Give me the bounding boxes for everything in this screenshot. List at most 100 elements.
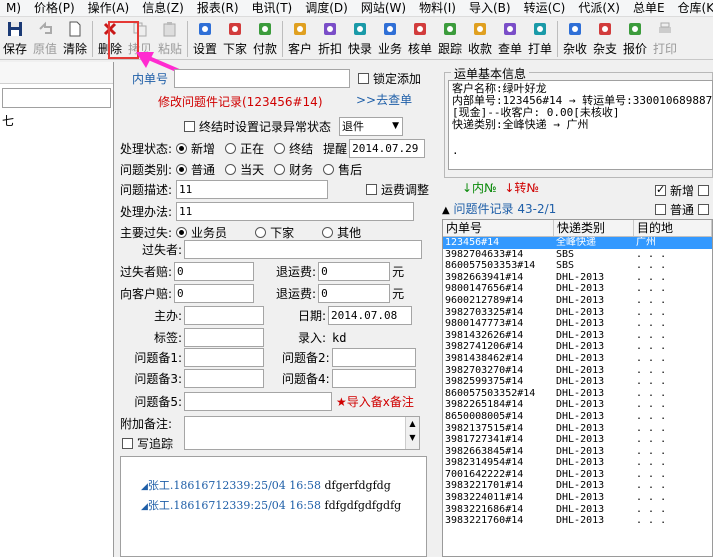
toolbar-button[interactable]: 业务 (375, 18, 405, 59)
toolbar-button[interactable]: 收款 (465, 18, 495, 59)
list-title[interactable]: 问题件记录 43-2/1 (454, 202, 557, 216)
col-express-type[interactable]: 快递类别 (554, 220, 634, 236)
log-author[interactable]: 张工.18616712339:25/04 16:58 (148, 499, 321, 512)
type-radio-sameday[interactable] (225, 164, 237, 175)
type-radio-finance[interactable] (274, 164, 286, 175)
table-row[interactable]: 3982703270#14 DHL-2013 . . . (443, 365, 712, 377)
extra-checkbox-2[interactable] (698, 204, 709, 215)
toolbar-button[interactable]: 快录 (345, 18, 375, 59)
status-radio-inprogress[interactable] (225, 143, 237, 154)
col-destination[interactable]: 目的地 (634, 220, 712, 236)
toolbar-button[interactable]: 杂收 (560, 18, 590, 59)
fault-radio-other[interactable] (322, 227, 334, 238)
toolbar-button[interactable]: 清除 (60, 18, 90, 59)
menu-item[interactable]: 报表(R) (191, 0, 246, 16)
abnormal-checkbox[interactable] (184, 121, 195, 132)
remind-date-input[interactable]: 2014.07.29 (349, 139, 426, 158)
date-input[interactable]: 2014.07.08 (328, 306, 413, 325)
refund-input-2[interactable]: 0 (318, 284, 391, 303)
log-author[interactable]: 张工.18616712339:25/04 16:58 (148, 479, 321, 492)
type-radio-aftersale[interactable] (323, 164, 335, 175)
inner-no-input[interactable] (174, 69, 351, 88)
table-row[interactable]: 860057503353#14 SBS . . . (443, 260, 712, 272)
table-row[interactable]: 3982265184#14 DHL-2013 . . . (443, 399, 712, 411)
menu-item[interactable]: 价格(P) (28, 0, 82, 16)
toolbar-button[interactable]: 折扣 (315, 18, 345, 59)
status-radio-new[interactable] (176, 143, 188, 154)
toolbar-button[interactable]: 查单 (495, 18, 525, 59)
note5-input[interactable] (184, 392, 332, 411)
note1-input[interactable] (184, 348, 264, 367)
goto-order-link[interactable]: >>去查单 (356, 91, 412, 108)
textarea-scrollbar[interactable]: ▲ ▼ (405, 417, 419, 449)
table-row[interactable]: 9800147656#14 DHL-2013 . . . (443, 283, 712, 295)
menu-item[interactable]: M) (0, 0, 28, 16)
menu-item[interactable]: 转运(C) (518, 0, 573, 16)
tag-input[interactable] (184, 328, 264, 347)
menu-item[interactable]: 总单E (627, 0, 672, 16)
table-row[interactable]: 3983221701#14 DHL-2013 . . . (443, 480, 712, 492)
toolbar-button[interactable]: 付款 (250, 18, 280, 59)
table-row[interactable]: 9800147773#14 DHL-2013 . . . (443, 318, 712, 330)
desc-input[interactable]: 11 (176, 180, 329, 199)
import-note-link[interactable]: ★导入备x备注 (336, 393, 414, 410)
table-row[interactable]: 7001642222#14 DHL-2013 . . . (443, 469, 712, 481)
normal-checkbox[interactable] (655, 204, 666, 215)
table-row[interactable]: 3982314954#14 DHL-2013 . . . (443, 457, 712, 469)
fault-radio-salesman[interactable] (176, 227, 188, 238)
table-row[interactable]: 3983221686#14 DHL-2013 . . . (443, 504, 712, 516)
table-row[interactable]: 3982663941#14 DHL-2013 . . . (443, 272, 712, 284)
fault-person-input[interactable] (184, 240, 422, 259)
fault-radio-downstream[interactable] (255, 227, 267, 238)
cust-comp-input[interactable]: 0 (174, 284, 255, 303)
fault-comp-input[interactable]: 0 (174, 262, 255, 281)
left-tree-item[interactable]: 七 (0, 112, 113, 129)
refund-input-1[interactable]: 0 (318, 262, 391, 281)
table-row[interactable]: 3982703325#14 DHL-2013 . . . (443, 307, 712, 319)
table-row[interactable]: 3983224011#14 DHL-2013 . . . (443, 492, 712, 504)
table-row[interactable]: 3981432626#14 DHL-2013 . . . (443, 330, 712, 342)
extra-note-textarea[interactable]: ▲ ▼ (184, 416, 420, 450)
col-inner-no[interactable]: 内单号 (443, 220, 554, 236)
table-row[interactable]: 123456#14 全峰快递 广州 (443, 237, 712, 249)
menu-item[interactable]: 操作(A) (82, 0, 137, 16)
menu-item[interactable]: 信息(Z) (136, 0, 191, 16)
toolbar-button[interactable]: 客户 (285, 18, 315, 59)
scroll-up-icon[interactable]: ▲ (406, 417, 419, 431)
table-row[interactable]: 3982137515#14 DHL-2013 . . . (443, 423, 712, 435)
toolbar-button[interactable]: 下家 (220, 18, 250, 59)
owner-input[interactable] (184, 306, 264, 325)
left-filter-input[interactable] (2, 88, 111, 108)
toolbar-button[interactable]: 核单 (405, 18, 435, 59)
menu-item[interactable]: 网站(W) (355, 0, 413, 16)
lock-add-checkbox[interactable] (358, 73, 370, 84)
sort-transfer-no[interactable]: ↓转№ (504, 181, 539, 195)
toolbar-button[interactable]: 打单 (525, 18, 555, 59)
toolbar-button[interactable]: 跟踪 (435, 18, 465, 59)
scroll-down-icon[interactable]: ▼ (406, 431, 419, 445)
menu-item[interactable]: 调度(D) (299, 0, 355, 16)
toolbar-button[interactable]: 报价 (620, 18, 650, 59)
table-row[interactable]: 3982741206#14 DHL-2013 . . . (443, 341, 712, 353)
menu-item[interactable]: 电讯(T) (246, 0, 300, 16)
menu-item[interactable]: 代派(X) (572, 0, 627, 16)
table-row[interactable]: 3982704633#14 SBS . . . (443, 249, 712, 261)
toolbar-button[interactable]: 打印 (650, 18, 680, 59)
menu-item[interactable]: 物料(I) (413, 0, 463, 16)
type-radio-normal[interactable] (176, 164, 188, 175)
status-radio-final[interactable] (274, 143, 286, 154)
table-row[interactable]: 9600212789#14 DHL-2013 . . . (443, 295, 712, 307)
note4-input[interactable] (331, 369, 416, 388)
menu-item[interactable]: 仓库(K) (672, 0, 713, 16)
table-row[interactable]: 3981727341#14 DHL-2013 . . . (443, 434, 712, 446)
table-row[interactable]: 860057503352#14 DHL-2013 . . . (443, 388, 712, 400)
table-row[interactable]: 3982599375#14 DHL-2013 . . . (443, 376, 712, 388)
table-row[interactable]: 8650008005#14 DHL-2013 . . . (443, 411, 712, 423)
toolbar-button[interactable]: 原值 (30, 18, 60, 59)
menu-item[interactable]: 导入(B) (463, 0, 518, 16)
write-track-checkbox[interactable] (122, 438, 133, 449)
toolbar-button[interactable]: 杂支 (590, 18, 620, 59)
extra-checkbox[interactable] (698, 185, 709, 196)
abnormal-select[interactable]: 退件 ▼ (339, 117, 404, 136)
new-checkbox[interactable] (655, 183, 666, 196)
